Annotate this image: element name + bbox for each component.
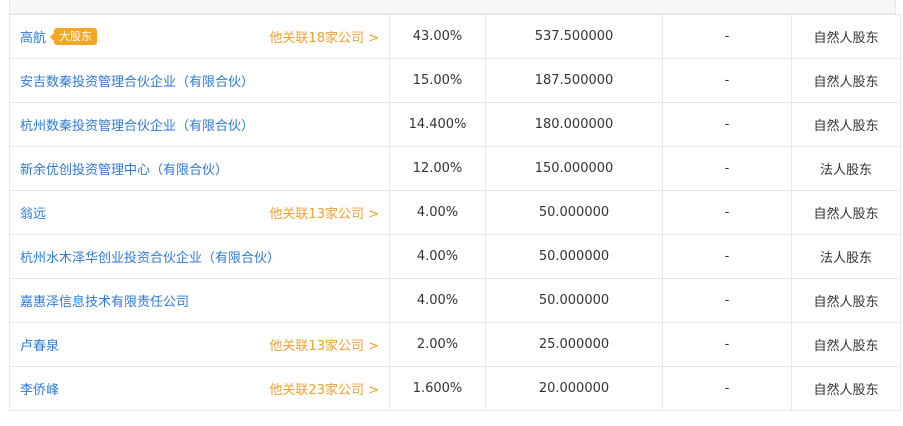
subscribed-amount: 180.000000 (485, 102, 663, 147)
contribution-date: - (662, 14, 792, 59)
contribution-date: - (662, 58, 792, 103)
contribution-date: - (662, 146, 792, 191)
related-companies-link[interactable]: 他关联23家公司 > (269, 379, 379, 398)
subscribed-amount: 50.000000 (485, 234, 663, 279)
shareholder-name-link[interactable]: 李侨峰 (20, 379, 59, 398)
shareholder-name-cell: 嘉惠泽信息技术有限责任公司 (9, 278, 390, 323)
contribution-date: - (662, 190, 792, 235)
shareholder-name-cell: 杭州数秦投资管理合伙企业（有限合伙） (9, 102, 390, 147)
subscribed-amount: 537.500000 (485, 14, 663, 59)
shareholder-name-cell: 高航 大股东 他关联18家公司 > (9, 14, 390, 59)
table-row: 新余优创投资管理中心（有限合伙） 12.00% 150.000000 - 法人股… (9, 146, 901, 191)
contribution-date: - (662, 322, 792, 367)
shareholder-name-cell: 新余优创投资管理中心（有限合伙） (9, 146, 390, 191)
subscribed-amount: 25.000000 (485, 322, 663, 367)
shareholder-type: 自然人股东 (791, 322, 901, 367)
shareholder-type: 自然人股东 (791, 278, 901, 323)
shareholder-type: 法人股东 (791, 234, 901, 279)
table-row: 嘉惠泽信息技术有限责任公司 4.00% 50.000000 - 自然人股东 (9, 278, 901, 323)
shareholder-name-cell: 杭州水木泽华创业投资合伙企业（有限合伙） (9, 234, 390, 279)
share-percentage: 1.600% (389, 366, 486, 411)
shareholder-name-link[interactable]: 安吉数秦投资管理合伙企业（有限合伙） (20, 71, 254, 90)
contribution-date: - (662, 102, 792, 147)
shareholder-name-link[interactable]: 翁远 (20, 203, 46, 222)
shareholder-type: 自然人股东 (791, 102, 901, 147)
shareholder-name-link[interactable]: 高航 (20, 27, 46, 46)
shareholder-name-link[interactable]: 卢春泉 (20, 335, 59, 354)
shareholder-name-cell: 翁远 他关联13家公司 > (9, 190, 390, 235)
shareholder-name-link[interactable]: 嘉惠泽信息技术有限责任公司 (20, 291, 189, 310)
shareholder-type: 法人股东 (791, 146, 901, 191)
shareholder-table: 高航 大股东 他关联18家公司 > 43.00% 537.500000 - 自然… (9, 14, 901, 411)
contribution-date: - (662, 366, 792, 411)
related-companies-link[interactable]: 他关联13家公司 > (269, 203, 379, 222)
share-percentage: 14.400% (389, 102, 486, 147)
share-percentage: 4.00% (389, 234, 486, 279)
subscribed-amount: 150.000000 (485, 146, 663, 191)
subscribed-amount: 50.000000 (485, 278, 663, 323)
related-companies-link[interactable]: 他关联13家公司 > (269, 335, 379, 354)
share-percentage: 4.00% (389, 190, 486, 235)
share-percentage: 2.00% (389, 322, 486, 367)
shareholder-type: 自然人股东 (791, 190, 901, 235)
share-percentage: 15.00% (389, 58, 486, 103)
shareholder-name-link[interactable]: 杭州水木泽华创业投资合伙企业（有限合伙） (20, 247, 280, 266)
subscribed-amount: 20.000000 (485, 366, 663, 411)
share-percentage: 43.00% (389, 14, 486, 59)
contribution-date: - (662, 234, 792, 279)
related-companies-link[interactable]: 他关联18家公司 > (269, 27, 379, 46)
table-row: 李侨峰 他关联23家公司 > 1.600% 20.000000 - 自然人股东 (9, 366, 901, 411)
shareholder-name-cell: 李侨峰 他关联23家公司 > (9, 366, 390, 411)
shareholder-type: 自然人股东 (791, 14, 901, 59)
table-row: 杭州数秦投资管理合伙企业（有限合伙） 14.400% 180.000000 - … (9, 102, 901, 147)
shareholder-type: 自然人股东 (791, 366, 901, 411)
subscribed-amount: 50.000000 (485, 190, 663, 235)
share-percentage: 4.00% (389, 278, 486, 323)
shareholder-name-cell: 安吉数秦投资管理合伙企业（有限合伙） (9, 58, 390, 103)
shareholder-name-cell: 卢春泉 他关联13家公司 > (9, 322, 390, 367)
major-shareholder-badge: 大股东 (50, 28, 98, 45)
share-percentage: 12.00% (389, 146, 486, 191)
shareholder-name-link[interactable]: 杭州数秦投资管理合伙企业（有限合伙） (20, 115, 254, 134)
table-top-strip (9, 0, 896, 14)
table-row: 翁远 他关联13家公司 > 4.00% 50.000000 - 自然人股东 (9, 190, 901, 235)
contribution-date: - (662, 278, 792, 323)
table-row: 卢春泉 他关联13家公司 > 2.00% 25.000000 - 自然人股东 (9, 322, 901, 367)
subscribed-amount: 187.500000 (485, 58, 663, 103)
table-row: 安吉数秦投资管理合伙企业（有限合伙） 15.00% 187.500000 - 自… (9, 58, 901, 103)
table-row: 高航 大股东 他关联18家公司 > 43.00% 537.500000 - 自然… (9, 14, 901, 59)
table-body: 高航 大股东 他关联18家公司 > 43.00% 537.500000 - 自然… (9, 14, 901, 411)
shareholder-name-link[interactable]: 新余优创投资管理中心（有限合伙） (20, 159, 228, 178)
shareholder-type: 自然人股东 (791, 58, 901, 103)
table-row: 杭州水木泽华创业投资合伙企业（有限合伙） 4.00% 50.000000 - 法… (9, 234, 901, 279)
shareholder-table-container: 高航 大股东 他关联18家公司 > 43.00% 537.500000 - 自然… (9, 0, 901, 411)
